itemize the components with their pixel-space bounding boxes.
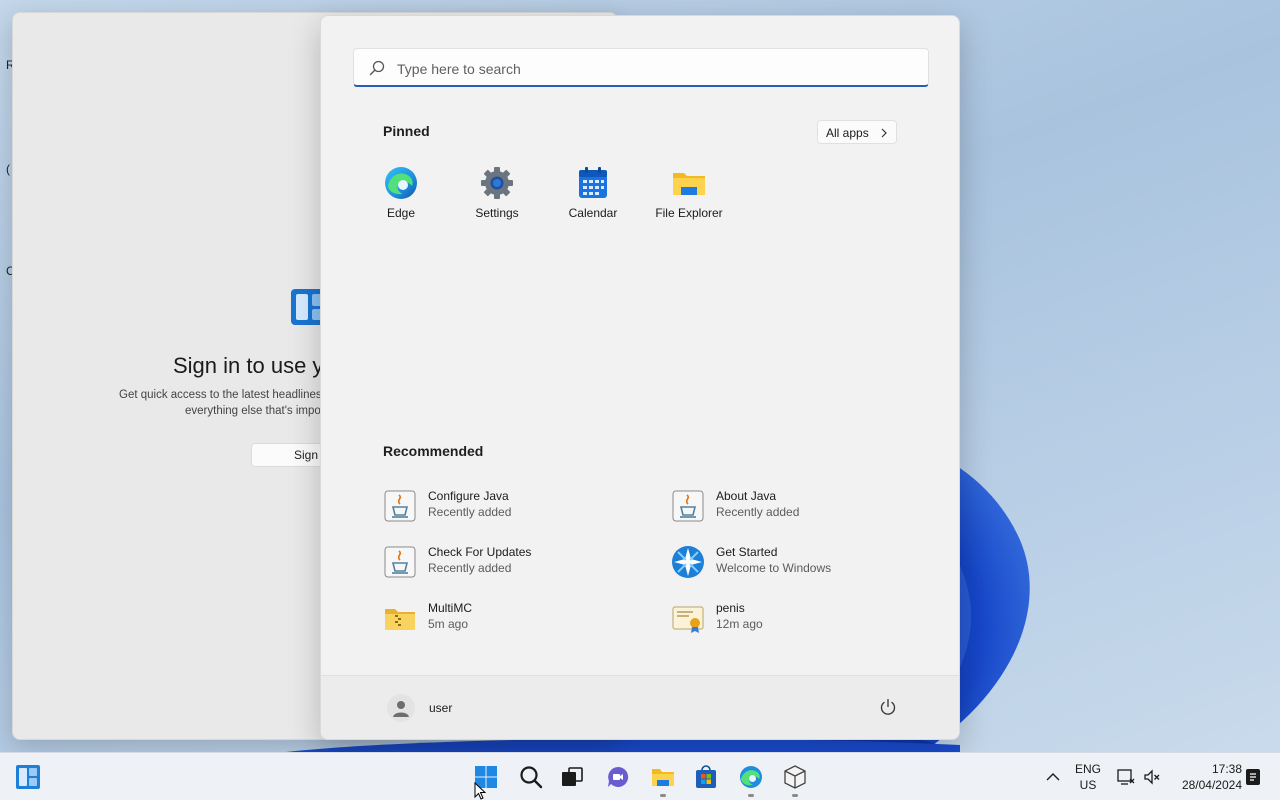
recommended-item-name: Get Started	[716, 545, 778, 559]
pinned-app-label: File Explorer	[655, 206, 723, 220]
recommended-item-name: MultiMC	[428, 601, 472, 615]
volume-muted-icon[interactable]	[1143, 768, 1161, 786]
language-indicator[interactable]: ENG US	[1072, 762, 1104, 792]
clock[interactable]: 17:38 28/04/2024	[1170, 762, 1242, 792]
avatar[interactable]	[387, 694, 415, 722]
recommended-item-subtitle: Recently added	[428, 505, 512, 519]
language-code: ENG	[1074, 762, 1101, 776]
pinned-app-calendar[interactable]: Calendar	[545, 166, 641, 236]
all-apps-button[interactable]: All apps	[817, 120, 897, 144]
recommended-item-name: Check For Updates	[428, 545, 532, 559]
recommended-item[interactable]: penis 12m ago	[671, 599, 931, 639]
folder-icon[interactable]	[651, 765, 675, 789]
recommended-item-subtitle: Recently added	[428, 561, 512, 575]
zip-folder-icon	[385, 609, 415, 630]
power-icon[interactable]	[879, 698, 897, 716]
pinned-app-label: Settings	[475, 206, 519, 220]
recommended-item-subtitle: 12m ago	[716, 617, 763, 631]
chevron-right-icon	[881, 128, 887, 138]
running-indicator	[792, 794, 798, 797]
get-started-icon	[672, 546, 704, 578]
java-icon	[384, 490, 416, 522]
pinned-app-settings[interactable]: Settings	[449, 166, 545, 236]
widgets-signin-title: Sign in to use y	[173, 353, 324, 378]
java-icon	[672, 490, 704, 522]
recommended-item[interactable]: MultiMC 5m ago	[383, 599, 643, 639]
pinned-app-label: Edge	[386, 206, 416, 220]
gear-icon	[481, 167, 513, 199]
recommended-item-name: penis	[716, 601, 745, 615]
java-icon	[384, 546, 416, 578]
notification-icon[interactable]	[1245, 768, 1261, 786]
language-region: US	[1079, 778, 1097, 792]
chevron-up-icon[interactable]	[1045, 769, 1061, 785]
mouse-cursor-icon	[474, 782, 486, 800]
package-icon[interactable]	[783, 765, 807, 789]
pinned-title: Pinned	[383, 123, 430, 139]
search-icon[interactable]	[519, 765, 543, 789]
widgets-description-line: Get quick access to the latest headlines…	[119, 389, 337, 401]
clock-date: 28/04/2024	[1181, 778, 1242, 792]
running-indicator	[748, 794, 754, 797]
widgets-description-line: everything else that's impor	[185, 405, 325, 417]
recommended-item[interactable]: Get Started Welcome to Windows	[671, 543, 931, 583]
task-view-icon[interactable]	[560, 765, 584, 789]
network-icon[interactable]	[1117, 768, 1135, 786]
start-menu-footer: user	[321, 675, 959, 739]
pinned-app-edge[interactable]: Edge	[353, 166, 449, 236]
search-placeholder: Type here to search	[397, 61, 521, 77]
recommended-item-subtitle: 5m ago	[428, 617, 469, 631]
recommended-item[interactable]: Configure Java Recently added	[383, 487, 643, 527]
edge-icon	[385, 167, 417, 199]
calendar-icon	[579, 167, 607, 198]
running-indicator	[660, 794, 666, 797]
recommended-item-name: About Java	[716, 489, 777, 503]
all-apps-label: All apps	[826, 126, 869, 140]
pinned-app-file-explorer[interactable]: File Explorer	[641, 166, 737, 236]
chat-icon[interactable]	[606, 765, 630, 789]
recommended-item-name: Configure Java	[428, 489, 509, 503]
user-icon	[393, 701, 409, 717]
recommended-item[interactable]: About Java Recently added	[671, 487, 931, 527]
recommended-item[interactable]: Check For Updates Recently added	[383, 543, 643, 583]
folder-icon	[673, 173, 705, 195]
user-name[interactable]: user	[429, 701, 452, 715]
pinned-app-label: Calendar	[568, 206, 618, 220]
taskbar: ENG US 17:38 28/04/2024	[0, 752, 1280, 800]
start-menu: Type here to search Pinned All apps Edge	[320, 15, 960, 740]
recommended-item-subtitle: Welcome to Windows	[716, 561, 832, 575]
store-icon[interactable]	[694, 765, 718, 789]
edge-icon[interactable]	[739, 765, 763, 789]
desktop-icon-fragment[interactable]: (	[6, 162, 10, 176]
recommended-title: Recommended	[383, 443, 484, 459]
search-icon	[369, 60, 385, 76]
widgets-icon[interactable]	[16, 765, 40, 789]
recommended-item-subtitle: Recently added	[716, 505, 800, 519]
certificate-icon	[672, 606, 704, 633]
clock-time: 17:38	[1211, 762, 1242, 776]
search-input[interactable]: Type here to search	[353, 48, 929, 87]
